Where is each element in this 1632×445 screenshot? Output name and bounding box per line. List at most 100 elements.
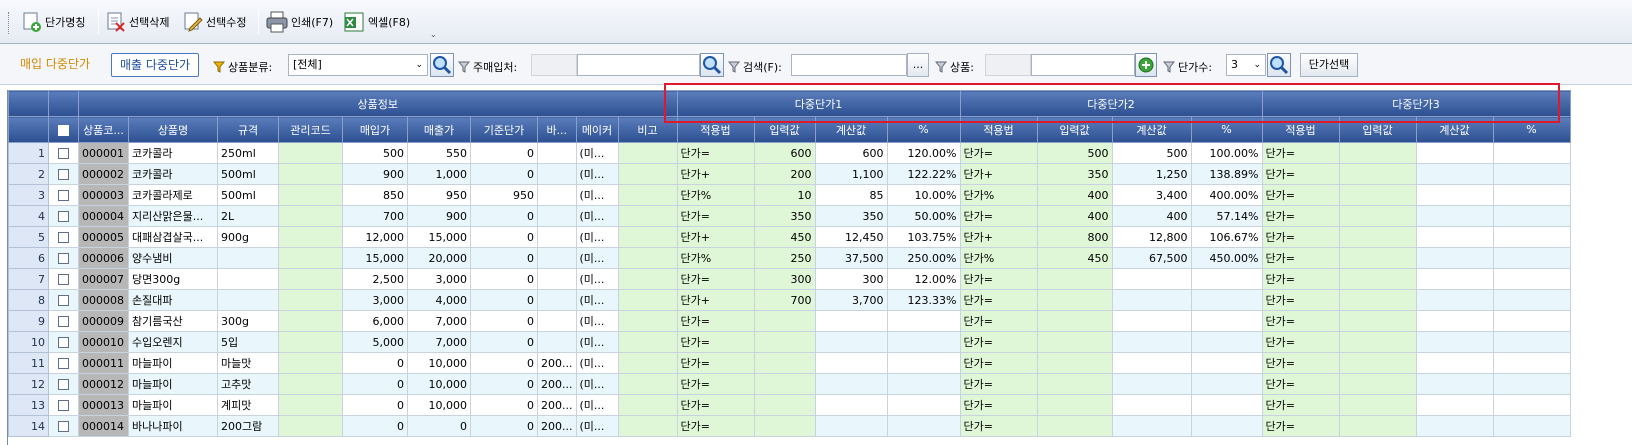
p3-method-cell[interactable]: 단가=: [1261, 394, 1340, 416]
p3-percent-cell[interactable]: [1492, 205, 1571, 227]
p1-calc-cell[interactable]: 600: [814, 142, 888, 164]
row-checkbox[interactable]: [48, 331, 79, 353]
p2-calc-cell[interactable]: [1111, 352, 1192, 374]
p1-input-cell[interactable]: [753, 352, 816, 374]
p1-calc-cell[interactable]: [814, 352, 888, 374]
spec-cell[interactable]: 마늘맛: [217, 352, 279, 374]
product-code-cell[interactable]: 000006: [78, 247, 129, 269]
p2-calc-cell[interactable]: [1111, 394, 1192, 416]
column-header-spec[interactable]: 규격: [217, 116, 279, 143]
maker-cell[interactable]: (미...: [575, 310, 619, 332]
product-name-cell[interactable]: 손질대파: [128, 289, 218, 311]
table-row[interactable]: 14 000014 바나나파이 200그람 0 0 0 200... (미... 단가= 단가= 단가…: [8, 415, 1571, 437]
row-checkbox[interactable]: [48, 247, 79, 269]
mgmt-code-cell[interactable]: [278, 268, 343, 290]
column-header-p3-calc[interactable]: 계산값: [1415, 116, 1494, 143]
p1-input-cell[interactable]: [753, 415, 816, 437]
product-add-button[interactable]: [1135, 53, 1157, 77]
spec-cell[interactable]: 250ml: [217, 142, 279, 164]
p1-method-cell[interactable]: 단가=: [676, 310, 755, 332]
product-name-cell[interactable]: 바나나파이: [128, 415, 218, 437]
row-checkbox[interactable]: [48, 184, 79, 206]
p2-method-cell[interactable]: 단가=: [959, 310, 1038, 332]
barcode-cell[interactable]: [537, 289, 577, 311]
p3-input-cell[interactable]: [1338, 184, 1417, 206]
p3-input-cell[interactable]: [1338, 331, 1417, 353]
sale-price-cell[interactable]: 4,000: [407, 289, 471, 311]
row-checkbox[interactable]: [48, 226, 79, 248]
base-price-cell[interactable]: 950: [470, 184, 538, 206]
purchase-price-cell[interactable]: 3,000: [342, 289, 408, 311]
p2-input-cell[interactable]: 400: [1036, 184, 1113, 206]
p3-method-cell[interactable]: 단가=: [1261, 268, 1340, 290]
p3-method-cell[interactable]: 단가=: [1261, 247, 1340, 269]
p1-input-cell[interactable]: 10: [753, 184, 816, 206]
base-price-cell[interactable]: 0: [470, 205, 538, 227]
row-checkbox[interactable]: [48, 205, 79, 227]
maker-cell[interactable]: (미...: [575, 184, 619, 206]
product-code-cell[interactable]: 000001: [78, 142, 129, 164]
p1-input-cell[interactable]: 450: [753, 226, 816, 248]
delete-selected-button[interactable]: 선택삭제: [103, 8, 171, 36]
p2-input-cell[interactable]: [1036, 310, 1113, 332]
p3-input-cell[interactable]: [1338, 247, 1417, 269]
p1-calc-cell[interactable]: 12,450: [814, 226, 888, 248]
p3-method-cell[interactable]: 단가=: [1261, 352, 1340, 374]
p2-calc-cell[interactable]: 400: [1111, 205, 1192, 227]
p2-percent-cell[interactable]: [1190, 373, 1263, 395]
product-code-cell[interactable]: 000003: [78, 184, 129, 206]
p3-calc-cell[interactable]: [1415, 205, 1494, 227]
column-header-mgmt-code[interactable]: 관리코드: [278, 116, 343, 143]
p2-percent-cell[interactable]: [1190, 394, 1263, 416]
p2-input-cell[interactable]: [1036, 331, 1113, 353]
p3-input-cell[interactable]: [1338, 415, 1417, 437]
search-input[interactable]: [791, 54, 907, 76]
p2-method-cell[interactable]: 단가=: [959, 268, 1038, 290]
p1-method-cell[interactable]: 단가=: [676, 394, 755, 416]
note-cell[interactable]: [617, 373, 678, 395]
product-code-field[interactable]: [985, 54, 1031, 76]
p2-calc-cell[interactable]: [1111, 331, 1192, 353]
mgmt-code-cell[interactable]: [278, 184, 343, 206]
sale-price-cell[interactable]: 1,000: [407, 163, 471, 185]
base-price-cell[interactable]: 0: [470, 142, 538, 164]
p2-input-cell[interactable]: [1036, 352, 1113, 374]
purchase-price-cell[interactable]: 850: [342, 184, 408, 206]
spec-cell[interactable]: [217, 289, 279, 311]
product-name-cell[interactable]: 대패삼겹살국...: [128, 226, 218, 248]
p1-input-cell[interactable]: 250: [753, 247, 816, 269]
print-button[interactable]: 인쇄(F7): [263, 8, 335, 36]
product-name-cell[interactable]: 참기름국산: [128, 310, 218, 332]
table-row[interactable]: 3 000003 코카콜라제로 500ml 850 950 950 (미... 단가% 10 85 1…: [8, 184, 1571, 206]
p1-calc-cell[interactable]: 85: [814, 184, 888, 206]
p1-calc-cell[interactable]: [814, 415, 888, 437]
p1-percent-cell[interactable]: 250.00%: [886, 247, 961, 269]
spec-cell[interactable]: 계피맛: [217, 394, 279, 416]
row-checkbox[interactable]: [48, 373, 79, 395]
p3-percent-cell[interactable]: [1492, 184, 1571, 206]
p3-input-cell[interactable]: [1338, 394, 1417, 416]
group-header-multi-price-1[interactable]: 다중단가1: [676, 90, 961, 117]
column-header-p1-calc[interactable]: 계산값: [814, 116, 888, 143]
p2-method-cell[interactable]: 단가+: [959, 163, 1038, 185]
p2-calc-cell[interactable]: 12,800: [1111, 226, 1192, 248]
product-code-cell[interactable]: 000010: [78, 331, 129, 353]
table-row[interactable]: 5 000005 대패삼겹살국... 900g 12,000 15,000 0 (미... 단가…: [8, 226, 1571, 248]
p1-method-cell[interactable]: 단가=: [676, 142, 755, 164]
product-name-cell[interactable]: 당면300g: [128, 268, 218, 290]
p1-percent-cell[interactable]: 122.22%: [886, 163, 961, 185]
table-row[interactable]: 2 000002 코카콜라 500ml 900 1,000 0 (미... 단가+ 200 1,10…: [8, 163, 1571, 185]
p3-calc-cell[interactable]: [1415, 142, 1494, 164]
p3-method-cell[interactable]: 단가=: [1261, 373, 1340, 395]
group-header-product-info[interactable]: 상품정보: [78, 90, 678, 117]
column-header-p2-input[interactable]: 입력값: [1036, 116, 1113, 143]
sale-price-cell[interactable]: 10,000: [407, 373, 471, 395]
p3-percent-cell[interactable]: [1492, 226, 1571, 248]
p1-method-cell[interactable]: 단가=: [676, 268, 755, 290]
p1-calc-cell[interactable]: 3,700: [814, 289, 888, 311]
product-code-cell[interactable]: 000013: [78, 394, 129, 416]
product-code-cell[interactable]: 000007: [78, 268, 129, 290]
note-cell[interactable]: [617, 163, 678, 185]
table-row[interactable]: 12 000012 마늘파이 고추맛 0 10,000 0 200... (미... 단가= 단가=…: [8, 373, 1571, 395]
barcode-cell[interactable]: [537, 331, 577, 353]
